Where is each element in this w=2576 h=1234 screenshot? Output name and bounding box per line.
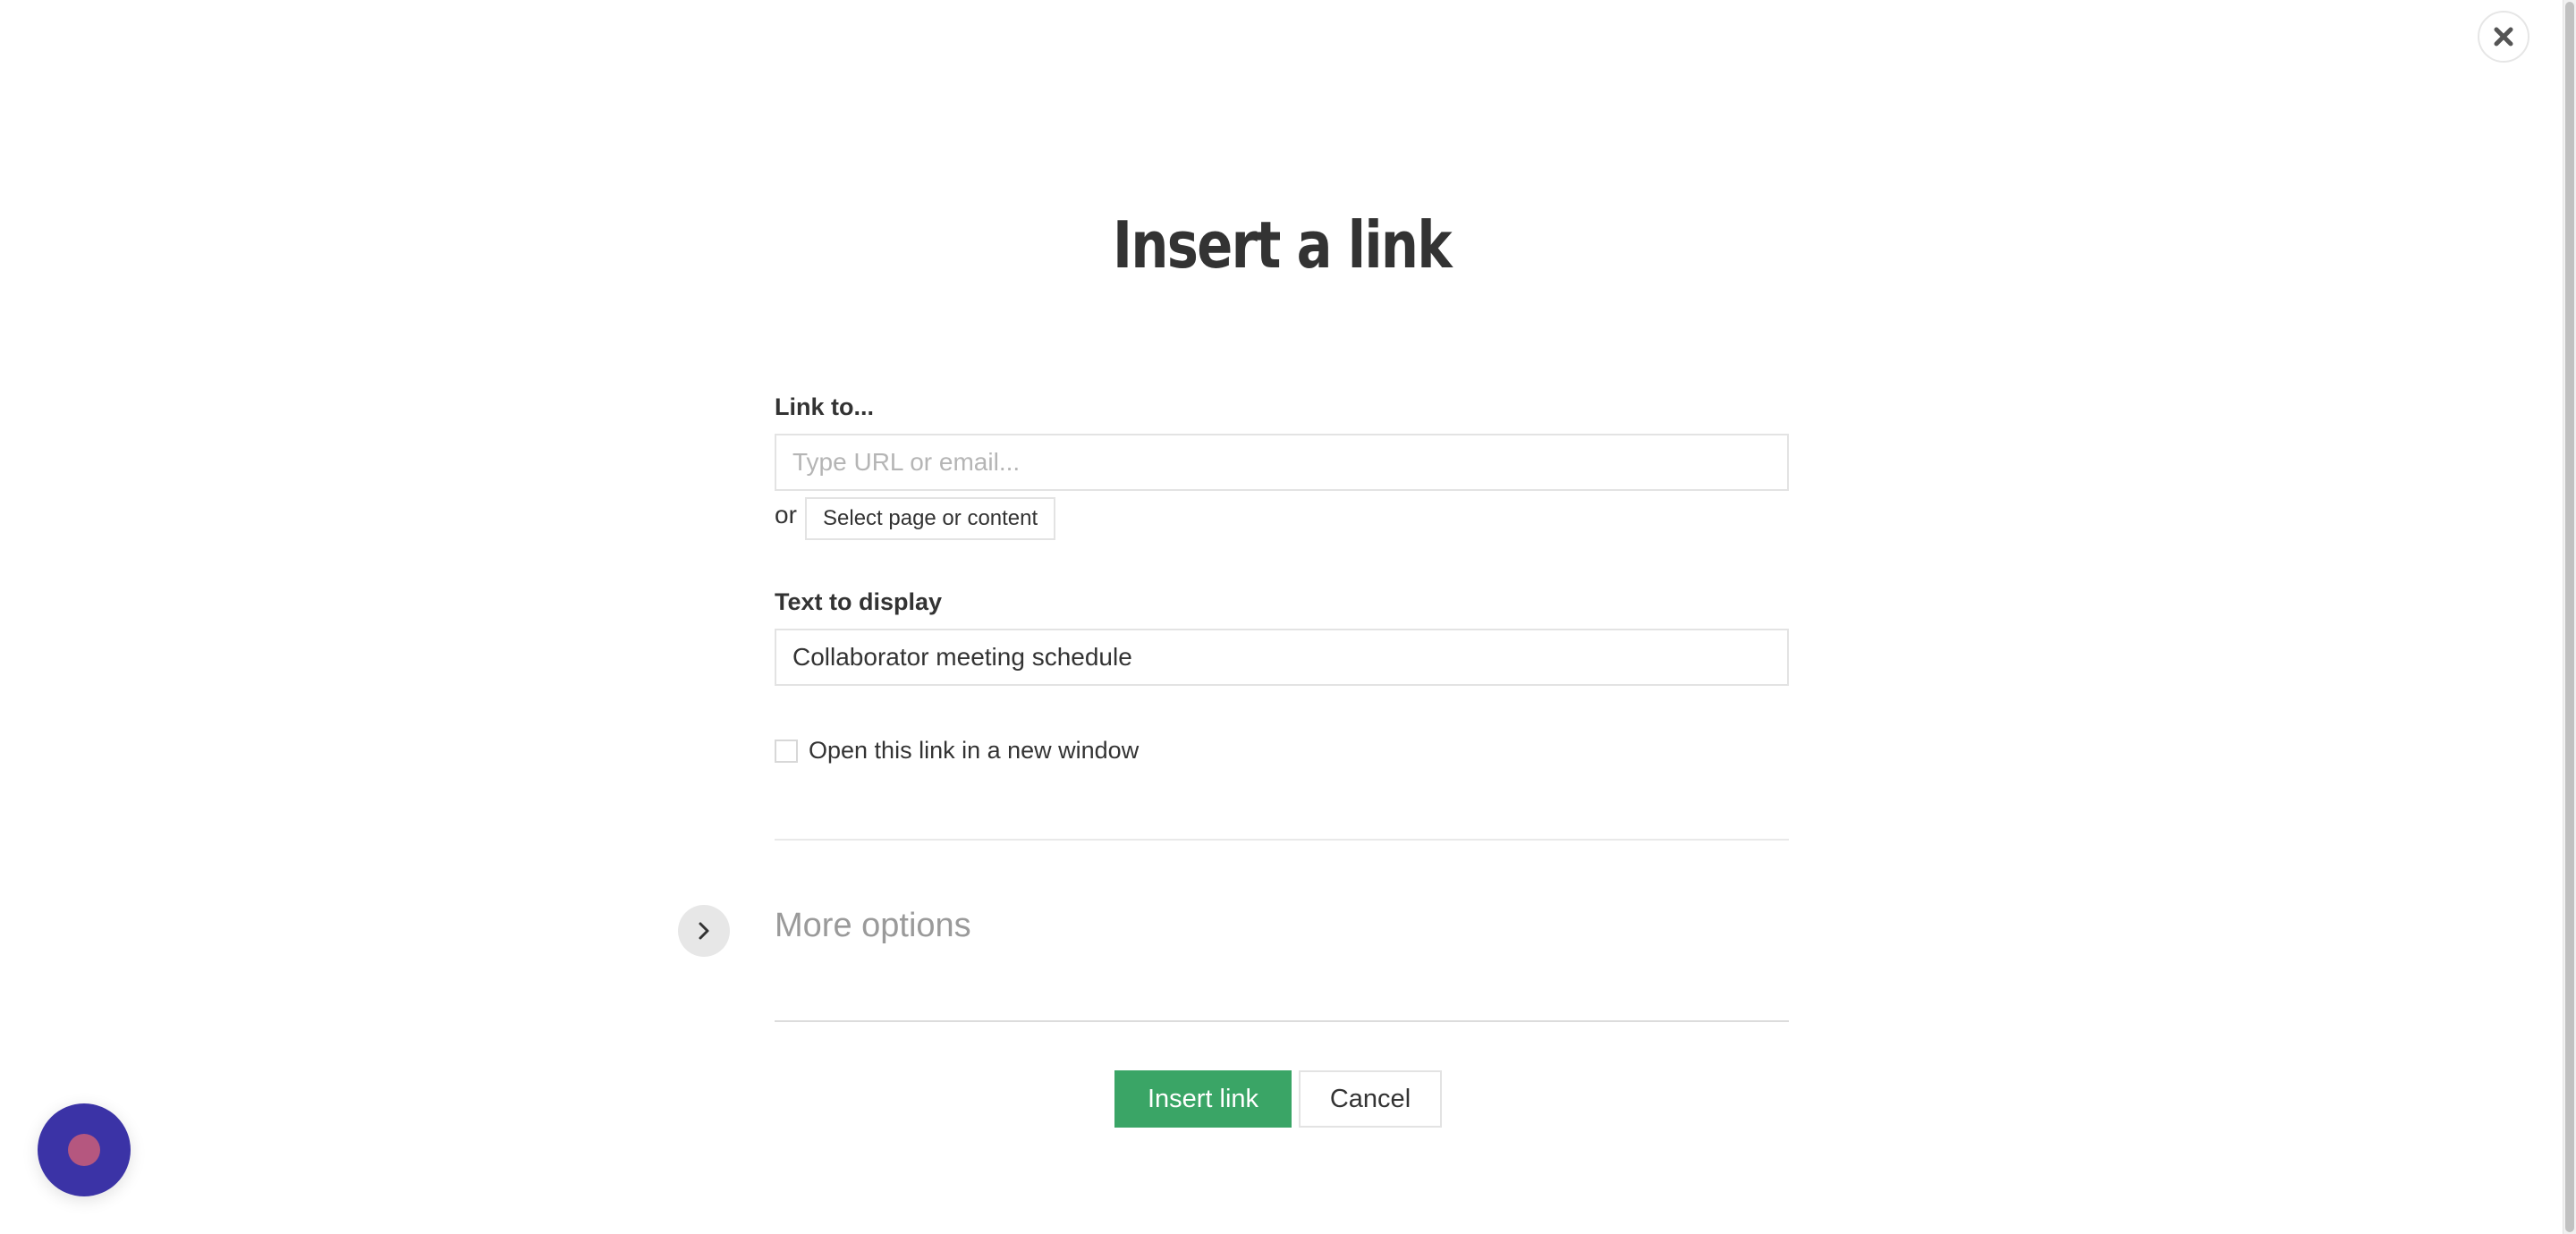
divider-top (775, 839, 1789, 841)
chat-launcher-icon (68, 1134, 100, 1166)
select-page-button[interactable]: Select page or content (805, 497, 1056, 540)
dialog-title: Insert a link (1113, 207, 1453, 283)
link-to-label: Link to... (775, 393, 874, 420)
scrollbar-thumb[interactable] (2565, 2, 2574, 1232)
chevron-right-icon (699, 922, 709, 940)
new-window-option[interactable]: Open this link in a new window (775, 737, 1139, 765)
text-to-display-label: Text to display (775, 588, 943, 615)
url-input[interactable] (775, 434, 1789, 491)
new-window-label[interactable]: Open this link in a new window (809, 737, 1139, 765)
more-options-label[interactable]: More options (775, 907, 971, 945)
close-button[interactable] (2478, 11, 2529, 63)
more-options-toggle[interactable] (678, 905, 730, 957)
vertical-scrollbar[interactable] (2563, 0, 2576, 1234)
display-text-input[interactable] (775, 629, 1789, 686)
new-window-checkbox[interactable] (775, 739, 798, 763)
cancel-button[interactable]: Cancel (1299, 1070, 1442, 1128)
or-text: or (775, 501, 797, 528)
insert-link-button[interactable]: Insert link (1114, 1070, 1292, 1128)
close-icon (2494, 27, 2513, 46)
chat-launcher-button[interactable] (38, 1103, 131, 1196)
divider-bottom (775, 1020, 1789, 1022)
insert-link-dialog: Insert a link Link to... or Select page … (0, 0, 2576, 1234)
